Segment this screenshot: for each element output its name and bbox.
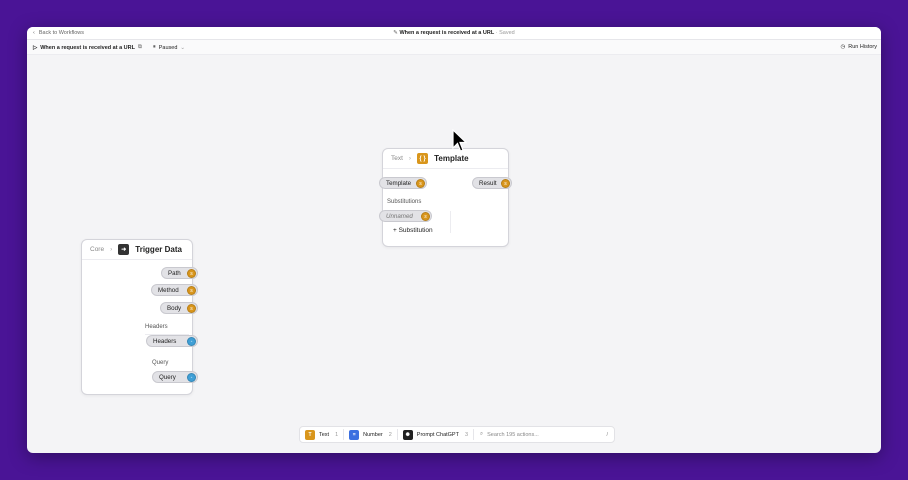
status-label: Paused <box>158 44 178 51</box>
add-text-action[interactable]: T Text 1 <box>300 427 343 442</box>
text-action-label: Text <box>319 431 330 438</box>
template-node-crumb: Text <box>391 155 403 162</box>
search-placeholder: Search 195 actions... <box>487 431 539 438</box>
substitutions-divider <box>450 211 451 233</box>
app-window: ‹ Back to Workflows ✎ When a request is … <box>27 27 881 453</box>
play-icon: ▷ <box>33 44 38 51</box>
number-action-label: Number <box>363 431 383 438</box>
template-node-title: Template <box>434 154 469 163</box>
pencil-icon: ✎ <box>393 30 398 36</box>
workflow-canvas[interactable]: Text › { } Template Template s Result s … <box>27 55 881 453</box>
unnamed-substitution-label: Unnamed <box>386 212 413 220</box>
prompt-chatgpt-label: Prompt ChatGPT <box>416 431 459 438</box>
chatgpt-icon: ✺ <box>402 429 413 440</box>
text-type-icon[interactable]: s <box>416 179 425 188</box>
trigger-node-crumb: Core <box>90 246 105 253</box>
run-history-label: Run History <box>848 44 877 50</box>
body-output-label: Body <box>167 304 182 312</box>
query-output-port[interactable]: Query ◦ <box>152 371 198 383</box>
shortcut-key: 1 <box>335 431 339 438</box>
action-toolbar: T Text 1 = Number 2 ✺ Prompt ChatGPT 3 ⌕… <box>299 426 615 443</box>
search-icon: ⌕ <box>480 431 484 437</box>
template-input-port[interactable]: Template s <box>379 177 427 189</box>
chevron-right-icon: › <box>408 155 412 162</box>
number-type-icon: = <box>349 429 360 440</box>
text-type-icon[interactable]: s <box>501 179 510 188</box>
text-type-icon: T <box>305 429 315 440</box>
shortcut-key: 3 <box>464 431 469 438</box>
pause-icon: ⏸ <box>153 44 156 50</box>
shortcut-key: 2 <box>388 431 392 438</box>
template-node[interactable]: Text › { } Template Template s Result s … <box>379 148 512 247</box>
trigger-data-node-title: Trigger Data <box>135 245 182 254</box>
save-status: · Saved <box>495 30 515 36</box>
trigger-selector[interactable]: ▷ When a request is received at a URL ⧉ <box>33 44 142 51</box>
chevron-down-icon: ⌄ <box>180 44 186 51</box>
template-node-header[interactable]: Text › { } Template <box>383 149 508 169</box>
add-substitution-button[interactable]: + Substitution <box>393 227 433 234</box>
workflow-title-area[interactable]: ✎ When a request is received at a URL · … <box>27 30 881 36</box>
object-type-icon[interactable]: ◦ <box>187 373 196 382</box>
add-prompt-chatgpt-action[interactable]: ✺ Prompt ChatGPT 3 <box>398 427 473 442</box>
add-number-action[interactable]: = Number 2 <box>344 427 397 442</box>
mouse-pointer-icon <box>452 129 468 152</box>
action-search-input[interactable]: ⌕ Search 195 actions... / <box>474 431 614 438</box>
trigger-data-node[interactable]: Core › ➜ Trigger Data Path s Method s Bo… <box>81 239 198 395</box>
text-type-icon[interactable]: s <box>187 286 196 295</box>
method-output-port[interactable]: Method s <box>151 284 198 296</box>
copy-icon[interactable]: ⧉ <box>138 44 142 51</box>
status-dropdown[interactable]: ⏸ Paused ⌄ <box>153 44 185 51</box>
template-input-label: Template <box>386 179 412 187</box>
headers-section-label: Headers <box>145 324 168 330</box>
chevron-right-icon: › <box>110 246 113 253</box>
headers-output-port[interactable]: Headers ◦ <box>146 335 198 347</box>
text-type-icon[interactable]: s <box>187 304 196 313</box>
query-section-label: Query <box>152 360 169 366</box>
result-output-port[interactable]: Result s <box>472 177 512 189</box>
path-output-port[interactable]: Path s <box>161 267 198 279</box>
method-output-label: Method <box>158 286 179 294</box>
trigger-label: When a request is received at a URL <box>40 44 135 51</box>
headers-output-label: Headers <box>153 337 177 345</box>
history-icon: ◷ <box>840 44 846 50</box>
template-braces-icon: { } <box>417 153 429 164</box>
query-output-label: Query <box>159 373 176 381</box>
arrow-right-icon: ➜ <box>118 244 130 255</box>
workflow-title[interactable]: When a request is received at a URL <box>399 30 494 36</box>
top-bar: ‹ Back to Workflows ✎ When a request is … <box>27 27 881 40</box>
path-output-label: Path <box>168 269 181 277</box>
result-output-label: Result <box>479 179 497 187</box>
text-type-icon[interactable]: s <box>421 212 430 221</box>
trigger-data-node-header[interactable]: Core › ➜ Trigger Data <box>82 240 192 260</box>
object-type-icon[interactable]: ◦ <box>187 337 196 346</box>
text-type-icon[interactable]: s <box>187 269 196 278</box>
body-output-port[interactable]: Body s <box>160 302 198 314</box>
workflow-toolbar: ▷ When a request is received at a URL ⧉ … <box>27 40 881 55</box>
search-shortcut: / <box>606 431 608 438</box>
unnamed-substitution-port[interactable]: Unnamed s <box>379 210 432 222</box>
run-history-button[interactable]: ◷ Run History <box>840 44 877 50</box>
substitutions-label: Substitutions <box>387 199 422 205</box>
